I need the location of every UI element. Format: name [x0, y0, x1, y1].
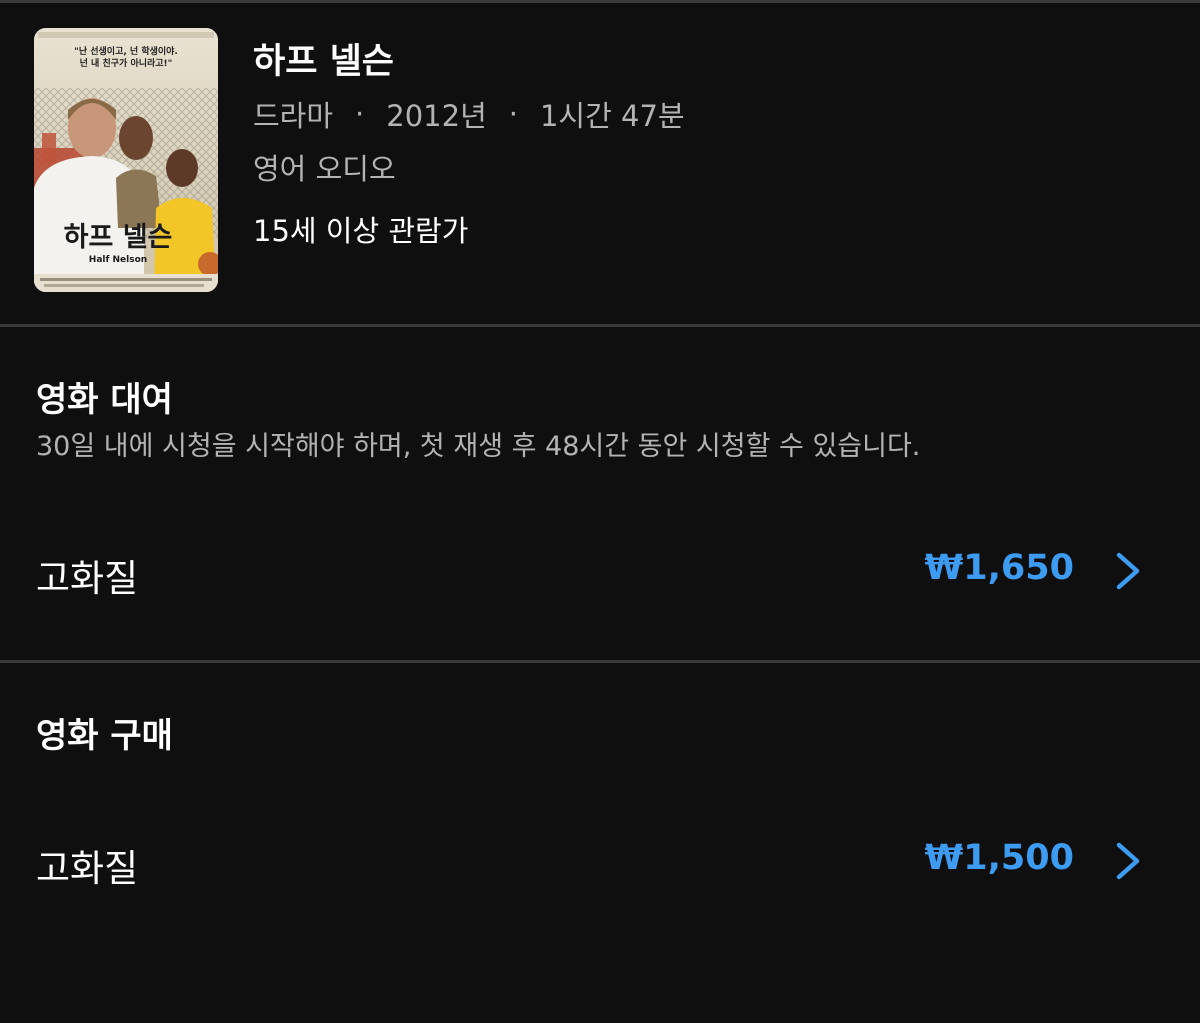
movie-rating: 15세 이상 관람가: [253, 214, 469, 248]
poster-tagline-2: 넌 내 친구가 아니라고!": [80, 57, 173, 69]
rent-section-description: 30일 내에 시청을 시작해야 하며, 첫 재생 후 48시간 동안 시청할 수…: [36, 431, 921, 462]
movie-header: "난 선생이고, 넌 학생이야. 넌 내 친구가 아니라고!" 하프 넬슨 Ha…: [0, 3, 1200, 325]
movie-poster: "난 선생이고, 넌 학생이야. 넌 내 친구가 아니라고!" 하프 넬슨 Ha…: [34, 28, 218, 292]
poster-title-ko: 하프 넬슨: [64, 222, 173, 253]
movie-year: 2012년: [386, 99, 487, 133]
rent-section-title: 영화 대여: [36, 380, 173, 420]
movie-title: 하프 넬슨: [253, 42, 394, 82]
buy-price: ₩1,500: [924, 838, 1074, 878]
movie-audio: 영어 오디오: [253, 152, 396, 186]
movie-meta: 드라마 · 2012년 · 1시간 47분: [253, 93, 685, 135]
section-divider: [0, 660, 1200, 663]
chevron-right-icon: [1116, 552, 1140, 590]
meta-separator: ·: [508, 97, 518, 131]
buy-section-title: 영화 구매: [36, 716, 173, 756]
movie-duration: 1시간 47분: [539, 99, 685, 133]
movie-purchase-page: "난 선생이고, 넌 학생이야. 넌 내 친구가 아니라고!" 하프 넬슨 Ha…: [0, 0, 1200, 1023]
poster-image: "난 선생이고, 넌 학생이야. 넌 내 친구가 아니라고!" 하프 넬슨 Ha…: [34, 28, 218, 292]
rent-quality-label: 고화질: [36, 557, 139, 600]
buy-quality-label: 고화질: [36, 847, 139, 890]
buy-hd-option[interactable]: 고화질 ₩1,500: [0, 816, 1200, 906]
meta-separator: ·: [355, 97, 365, 131]
section-divider: [0, 324, 1200, 327]
poster-tagline-1: "난 선생이고, 넌 학생이야.: [74, 45, 178, 57]
rent-price: ₩1,650: [924, 548, 1074, 588]
chevron-right-icon: [1116, 842, 1140, 880]
rent-hd-option[interactable]: 고화질 ₩1,650: [0, 526, 1200, 616]
poster-title-en: Half Nelson: [89, 255, 147, 265]
movie-genre: 드라마: [253, 99, 334, 133]
